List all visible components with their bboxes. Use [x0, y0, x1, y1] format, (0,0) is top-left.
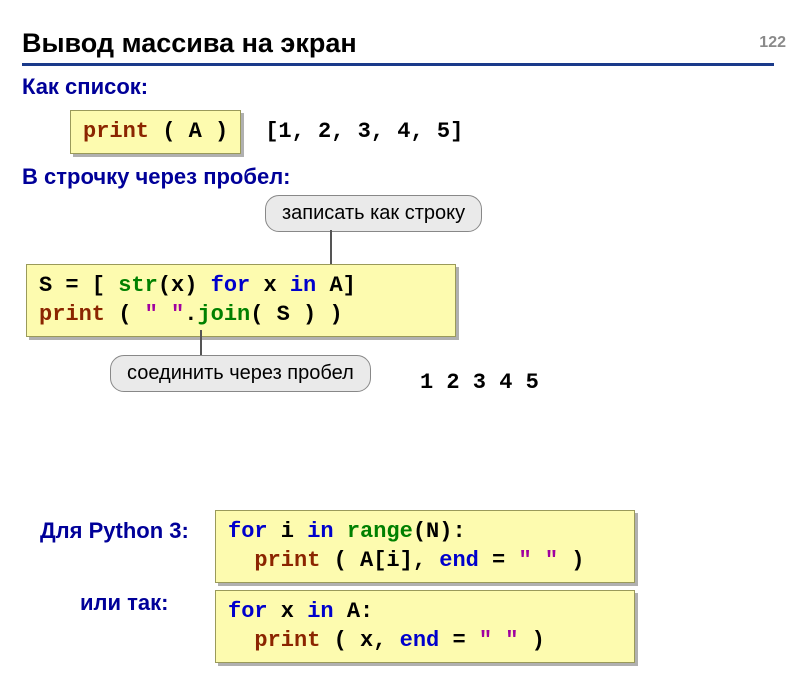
slide-title: Вывод массива на экран	[22, 28, 774, 66]
tok-s: S	[39, 273, 52, 298]
paren-open: (	[149, 119, 189, 144]
label-as-list: Как список:	[22, 74, 800, 100]
b2-end: end	[400, 628, 440, 653]
b1-cl: )	[558, 548, 584, 573]
tok-dot: .	[184, 302, 197, 327]
b2-x: x	[268, 599, 308, 624]
pointer-bottom	[200, 330, 202, 356]
b2-a: A:	[334, 599, 374, 624]
tok-eq: = [	[52, 273, 118, 298]
label-python3: Для Python 3:	[40, 518, 189, 544]
b1-q: " "	[518, 548, 558, 573]
b1-for: for	[228, 519, 268, 544]
tok-print2: print	[39, 302, 105, 327]
b1-in: in	[307, 519, 333, 544]
section3-container: Для Python 3: for i in range(N): print (…	[0, 510, 800, 680]
b1-sp	[334, 519, 347, 544]
code-forina-line1: for x in A:	[228, 597, 622, 627]
b2-print: print	[254, 628, 320, 653]
code-join: S = [ str(x) for x in A] print ( " ".joi…	[26, 264, 456, 337]
b2-q: " "	[479, 628, 519, 653]
b1-end: end	[439, 548, 479, 573]
code-range-loop: for i in range(N): print ( A[i], end = "…	[215, 510, 635, 583]
b1-eq: =	[479, 548, 519, 573]
b1-pad	[228, 548, 254, 573]
b1-p: ( A[i],	[320, 548, 439, 573]
b2-p: ( x,	[320, 628, 399, 653]
b2-eq: =	[439, 628, 479, 653]
output-list: [1, 2, 3, 4, 5]	[265, 119, 463, 144]
b1-range: range	[347, 519, 413, 544]
callout-join-space: соединить через пробел	[110, 355, 371, 392]
code-range-line2: print ( A[i], end = " " )	[228, 546, 622, 576]
b2-cl: )	[518, 628, 544, 653]
tok-q1: " "	[145, 302, 185, 327]
code-print-a: print ( A )	[70, 110, 241, 154]
callout-as-string: записать как строку	[265, 195, 482, 232]
tok-join: join	[197, 302, 250, 327]
code-range-line1: for i in range(N):	[228, 517, 622, 547]
arg-a: A	[189, 119, 202, 144]
code-forina-line2: print ( x, end = " " )	[228, 626, 622, 656]
b1-n: (N):	[413, 519, 466, 544]
paren-close: )	[202, 119, 228, 144]
output-inline: 1 2 3 4 5	[420, 370, 539, 395]
tok-p2: (	[105, 302, 145, 327]
page-number: 122	[759, 34, 786, 52]
tok-p3: ( S ) )	[250, 302, 342, 327]
row-print-list: print ( A ) [1, 2, 3, 4, 5]	[70, 110, 800, 154]
b1-print: print	[254, 548, 320, 573]
pointer-top	[330, 230, 332, 264]
code-join-line2: print ( " ".join( S ) )	[39, 300, 443, 330]
tok-in: in	[290, 273, 316, 298]
code-for-in-a: for x in A: print ( x, end = " " )	[215, 590, 635, 663]
b2-pad	[228, 628, 254, 653]
code-join-line1: S = [ str(x) for x in A]	[39, 271, 443, 301]
tok-str: str	[118, 273, 158, 298]
label-inline-space: В строчку через пробел:	[22, 164, 800, 190]
tok-sp1: x	[250, 273, 290, 298]
fn-print: print	[83, 119, 149, 144]
tok-p1: (x)	[158, 273, 211, 298]
label-or: или так:	[80, 590, 168, 616]
b2-for: for	[228, 599, 268, 624]
tok-for: for	[211, 273, 251, 298]
section2-container: записать как строку S = [ str(x) for x i…	[0, 190, 800, 510]
b1-i: i	[268, 519, 308, 544]
tok-a: A]	[316, 273, 356, 298]
b2-in: in	[307, 599, 333, 624]
